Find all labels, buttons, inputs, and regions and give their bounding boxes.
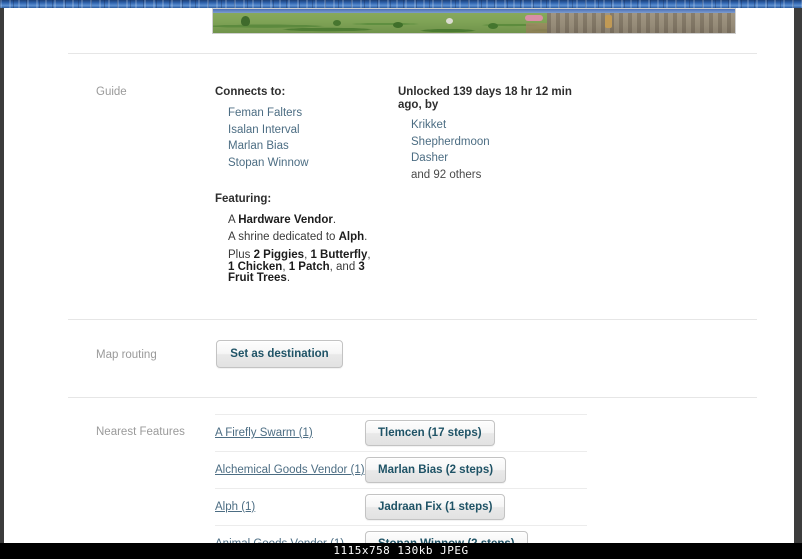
banner-shrine-sprite	[605, 15, 612, 28]
set-as-destination-button[interactable]: Set as destination	[216, 340, 343, 368]
connects-to-link[interactable]: Isalan Interval	[228, 122, 375, 139]
banner-bush3-sprite	[488, 23, 498, 29]
featuring-line: A shrine dedicated to Alph.	[228, 229, 395, 246]
banner-pig-sprite	[446, 18, 453, 24]
nearest-feature-name[interactable]: Alchemical Goods Vendor (1)	[215, 464, 365, 476]
unlocked-by-link[interactable]: Shepherdmoon	[411, 134, 578, 151]
divider-above-nearest-features	[68, 397, 757, 398]
unlocked-others-count: and 92 others	[411, 168, 482, 181]
titlebar-texture	[0, 0, 802, 8]
table-row: A Firefly Swarm (1) Tlemcen (17 steps)	[215, 414, 587, 451]
section-label-guide: Guide	[96, 86, 127, 98]
unlocked-heading: Unlocked 139 days 18 hr 12 min ago, by	[398, 86, 572, 111]
connects-to-link[interactable]: Feman Falters	[228, 105, 375, 122]
table-row: Alph (1) Jadraan Fix (1 steps)	[215, 488, 587, 525]
nearest-feature-route-button[interactable]: Tlemcen (17 steps)	[365, 420, 495, 446]
nearest-feature-name[interactable]: A Firefly Swarm (1)	[215, 427, 365, 439]
section-label-nearest-features: Nearest Features	[96, 426, 185, 438]
featuring-plus-summary: Plus 2 Piggies, 1 Butterfly, 1 Chicken, …	[228, 249, 371, 284]
location-banner-image	[212, 8, 736, 34]
featuring-block: Featuring: A Hardware Vendor. A shrine d…	[215, 193, 395, 285]
featuring-heading: Featuring:	[215, 193, 272, 205]
banner-bush2-sprite	[393, 22, 403, 28]
featuring-line-strong: Hardware Vendor	[238, 214, 333, 226]
featuring-line-post: .	[364, 230, 368, 243]
banner-bush-sprite	[333, 20, 341, 26]
banner-scene	[213, 9, 735, 33]
status-bar: 1115x758 130kb JPEG	[0, 543, 802, 559]
table-row: Animal Goods Vendor (1) Stopan Winnow (2…	[215, 525, 587, 543]
featuring-line: A Hardware Vendor.	[228, 212, 395, 229]
banner-flower-sprite	[525, 15, 543, 21]
connects-to-link[interactable]: Stopan Winnow	[228, 155, 375, 172]
browser-window: Guide Connects to: Feman Falters Isalan …	[0, 0, 802, 559]
nearest-features-table: A Firefly Swarm (1) Tlemcen (17 steps) A…	[215, 414, 587, 543]
page-content: Guide Connects to: Feman Falters Isalan …	[4, 8, 794, 543]
banner-rocks	[547, 13, 735, 33]
divider-above-map-routing	[68, 319, 757, 320]
connects-to-block: Connects to: Feman Falters Isalan Interv…	[215, 86, 375, 171]
banner-tree-sprite	[241, 16, 250, 26]
featuring-line-post: .	[332, 214, 337, 226]
nearest-feature-route-button[interactable]: Jadraan Fix (1 steps)	[365, 494, 506, 520]
connects-to-heading: Connects to:	[215, 86, 286, 98]
unlocked-by-link[interactable]: Dasher	[411, 150, 578, 167]
nearest-feature-name[interactable]: Alph (1)	[215, 501, 365, 513]
section-label-map-routing: Map routing	[96, 349, 157, 361]
unlocked-by-link[interactable]: Krikket	[411, 117, 578, 134]
featuring-line-pre: A	[228, 214, 239, 226]
unlocked-by-block: Unlocked 139 days 18 hr 12 min ago, by K…	[398, 86, 578, 183]
divider-above-guide	[68, 53, 757, 54]
window-titlebar	[0, 0, 802, 8]
table-row: Alchemical Goods Vendor (1) Marlan Bias …	[215, 451, 587, 488]
featuring-line-strong: Alph	[338, 230, 365, 243]
nearest-feature-route-button[interactable]: Marlan Bias (2 steps)	[365, 457, 507, 483]
featuring-line-pre: A shrine dedicated to	[228, 230, 339, 243]
connects-to-link[interactable]: Marlan Bias	[228, 138, 375, 155]
nearest-feature-route-button[interactable]: Stopan Winnow (2 steps)	[365, 531, 528, 543]
